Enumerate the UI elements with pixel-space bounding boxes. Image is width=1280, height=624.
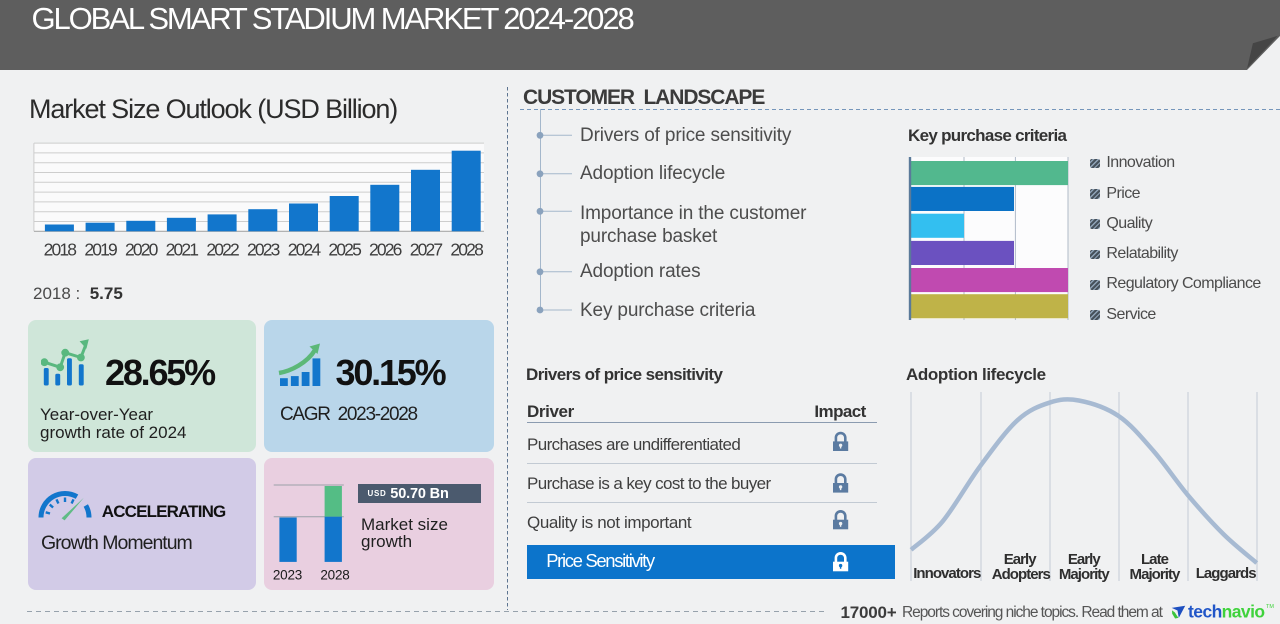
svg-text:2022: 2022 [206,240,239,260]
svg-text:2026: 2026 [369,240,402,260]
svg-text:2018: 2018 [44,240,77,260]
svg-text:2028: 2028 [320,568,349,583]
svg-text:2019: 2019 [84,240,117,260]
svg-text:TM: TM [1266,604,1274,610]
svg-text:2025: 2025 [328,240,361,260]
svg-text:tech: tech [1188,601,1222,621]
svg-text:2027: 2027 [410,240,443,260]
svg-text:2024: 2024 [288,240,322,260]
svg-text:navio: navio [1222,601,1265,621]
svg-text:2021: 2021 [166,240,199,260]
svg-text:2023: 2023 [247,240,280,260]
svg-text:2028: 2028 [450,240,483,260]
svg-text:2020: 2020 [125,240,159,260]
svg-text:2023: 2023 [273,568,302,583]
